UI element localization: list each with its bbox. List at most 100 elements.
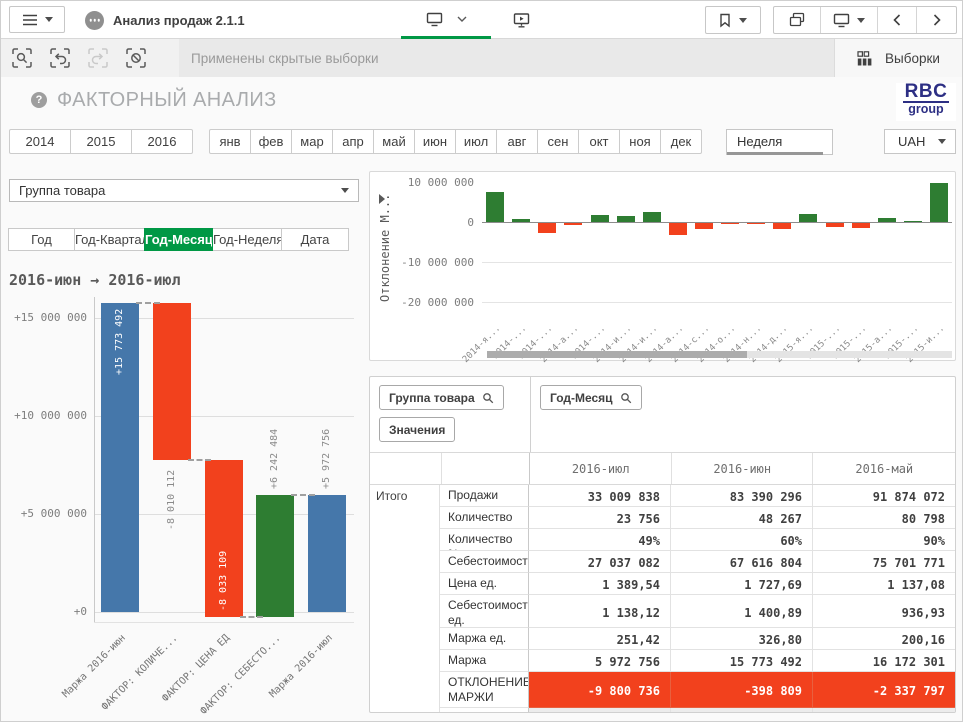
pivot-value-cell[interactable]: 1 400,89: [671, 595, 813, 628]
deviation-bar[interactable]: [564, 223, 582, 225]
sheets-overview-button[interactable]: [774, 7, 821, 33]
pivot-metric-cell[interactable]: Количество %: [440, 529, 529, 551]
pivot-value-cell[interactable]: -2 337 797: [813, 672, 955, 708]
pivot-metric-cell[interactable]: ОТКЛОНЕНИЕ МАРЖИ: [440, 672, 529, 708]
pivot-metric-cell[interactable]: Продажи: [440, 485, 529, 507]
tab-Год-Месяц[interactable]: Год-Месяц: [144, 228, 213, 251]
pivot-value-cell[interactable]: 1 137,08: [813, 573, 955, 595]
pivot-value-cell[interactable]: 23 756: [529, 507, 671, 529]
deviation-bar[interactable]: [799, 214, 817, 222]
pivot-value-cell[interactable]: 15 773 492: [671, 650, 813, 672]
sheet-nav-button[interactable]: [401, 1, 491, 39]
tab-Год-Квартал[interactable]: Год-Квартал: [74, 228, 145, 251]
deviation-bar[interactable]: [538, 223, 556, 233]
month-filter-ноя[interactable]: ноя: [619, 129, 661, 154]
pivot-column-header[interactable]: 2016-май: [813, 453, 955, 484]
deviation-bar[interactable]: [486, 192, 504, 222]
pivot-value-cell[interactable]: 5 972 756: [529, 650, 671, 672]
year-filter-2015[interactable]: 2015: [70, 129, 132, 154]
deviation-bar[interactable]: [878, 218, 896, 222]
selections-panel-button[interactable]: Выборки: [834, 39, 962, 77]
tab-Дата[interactable]: Дата: [281, 228, 349, 251]
pivot-value-cell[interactable]: 16 172 301: [813, 650, 955, 672]
pivot-metric-cell[interactable]: Маржа ед.: [440, 628, 529, 650]
deviation-bar[interactable]: [721, 223, 739, 224]
help-icon[interactable]: ?: [31, 92, 47, 108]
deviation-bar[interactable]: [826, 223, 844, 227]
pivot-value-cell[interactable]: 33 009 838: [529, 485, 671, 507]
deviation-bar[interactable]: [904, 221, 922, 222]
column-dimension-button[interactable]: Год-Месяц: [540, 385, 642, 410]
pivot-value-cell[interactable]: -9 800 736: [529, 672, 671, 708]
clear-selections-button[interactable]: [123, 45, 149, 71]
pivot-value-cell[interactable]: [529, 708, 671, 713]
waterfall-bar[interactable]: [153, 303, 191, 460]
pivot-value-cell[interactable]: 200,16: [813, 628, 955, 650]
month-filter-мар[interactable]: мар: [291, 129, 333, 154]
year-filter-2016[interactable]: 2016: [131, 129, 193, 154]
month-filter-дек[interactable]: дек: [660, 129, 702, 154]
month-filter-фев[interactable]: фев: [250, 129, 292, 154]
pivot-metric-cell[interactable]: Себестоимость ед.: [440, 595, 529, 628]
pivot-value-cell[interactable]: [671, 708, 813, 713]
pivot-value-cell[interactable]: 27 037 082: [529, 551, 671, 573]
presentation-mode-button[interactable]: [507, 8, 535, 32]
deviation-bar[interactable]: [591, 215, 609, 222]
month-filter-май[interactable]: май: [373, 129, 415, 154]
pivot-value-cell[interactable]: 60%: [671, 529, 813, 551]
tab-Год[interactable]: Год: [8, 228, 75, 251]
pivot-value-cell[interactable]: 91 874 072: [813, 485, 955, 507]
sheet-select-button[interactable]: [821, 7, 878, 33]
month-filter-апр[interactable]: апр: [332, 129, 374, 154]
tab-Год-Неделя[interactable]: Год-Неделя: [212, 228, 282, 251]
deviation-bar[interactable]: [643, 212, 661, 222]
pivot-value-cell[interactable]: 1 389,54: [529, 573, 671, 595]
currency-select[interactable]: UAH: [884, 129, 956, 154]
deviation-bar[interactable]: [512, 219, 530, 222]
month-filter-авг[interactable]: авг: [496, 129, 538, 154]
pivot-value-cell[interactable]: 1 727,69: [671, 573, 813, 595]
week-filter-input[interactable]: Неделя: [726, 129, 833, 155]
month-filter-июл[interactable]: июл: [455, 129, 497, 154]
waterfall-bar[interactable]: [308, 495, 346, 612]
deviation-bar[interactable]: [930, 183, 948, 222]
pivot-value-cell[interactable]: 1 138,12: [529, 595, 671, 628]
month-filter-окт[interactable]: окт: [578, 129, 620, 154]
chart-scrollbar-thumb[interactable]: [487, 351, 747, 358]
undo-selection-button[interactable]: [47, 45, 73, 71]
pivot-metric-cell[interactable]: Маржа: [440, 650, 529, 672]
month-filter-янв[interactable]: янв: [209, 129, 251, 154]
pivot-column-header[interactable]: 2016-июл: [530, 453, 672, 484]
pivot-value-cell[interactable]: 75 701 771: [813, 551, 955, 573]
chart-scrollbar-track[interactable]: [487, 351, 952, 358]
next-sheet-button[interactable]: [917, 7, 956, 33]
pivot-value-cell[interactable]: 48 267: [671, 507, 813, 529]
pivot-value-cell[interactable]: [813, 708, 955, 713]
pivot-value-cell[interactable]: 67 616 804: [671, 551, 813, 573]
pivot-metric-cell[interactable]: Цена ед.: [440, 573, 529, 595]
pivot-value-cell[interactable]: 83 390 296: [671, 485, 813, 507]
deviation-bar[interactable]: [695, 223, 713, 229]
pivot-value-cell[interactable]: -398 809: [671, 672, 813, 708]
pivot-value-cell[interactable]: 80 798: [813, 507, 955, 529]
waterfall-bar[interactable]: [256, 495, 294, 617]
pivot-value-cell[interactable]: 90%: [813, 529, 955, 551]
row-dimension-button[interactable]: Группа товара: [379, 385, 504, 410]
smart-search-button[interactable]: [9, 45, 35, 71]
month-filter-июн[interactable]: июн: [414, 129, 456, 154]
prev-sheet-button[interactable]: [878, 7, 917, 33]
pivot-value-cell[interactable]: 251,42: [529, 628, 671, 650]
bookmark-button[interactable]: [705, 6, 761, 34]
pivot-metric-cell[interactable]: Количество: [440, 507, 529, 529]
pivot-value-cell[interactable]: 326,80: [671, 628, 813, 650]
deviation-bar[interactable]: [773, 223, 791, 229]
month-filter-сен[interactable]: сен: [537, 129, 579, 154]
product-group-select[interactable]: Группа товара: [9, 179, 359, 202]
pivot-metric-cell[interactable]: Себестоимость: [440, 551, 529, 573]
values-button[interactable]: Значения: [379, 417, 455, 442]
pivot-value-cell[interactable]: 936,93: [813, 595, 955, 628]
pivot-metric-cell[interactable]: ФАКТОР-: [440, 708, 529, 713]
pivot-row-header[interactable]: Итого: [370, 485, 440, 712]
pivot-column-header[interactable]: 2016-июн: [672, 453, 814, 484]
year-filter-2014[interactable]: 2014: [9, 129, 71, 154]
